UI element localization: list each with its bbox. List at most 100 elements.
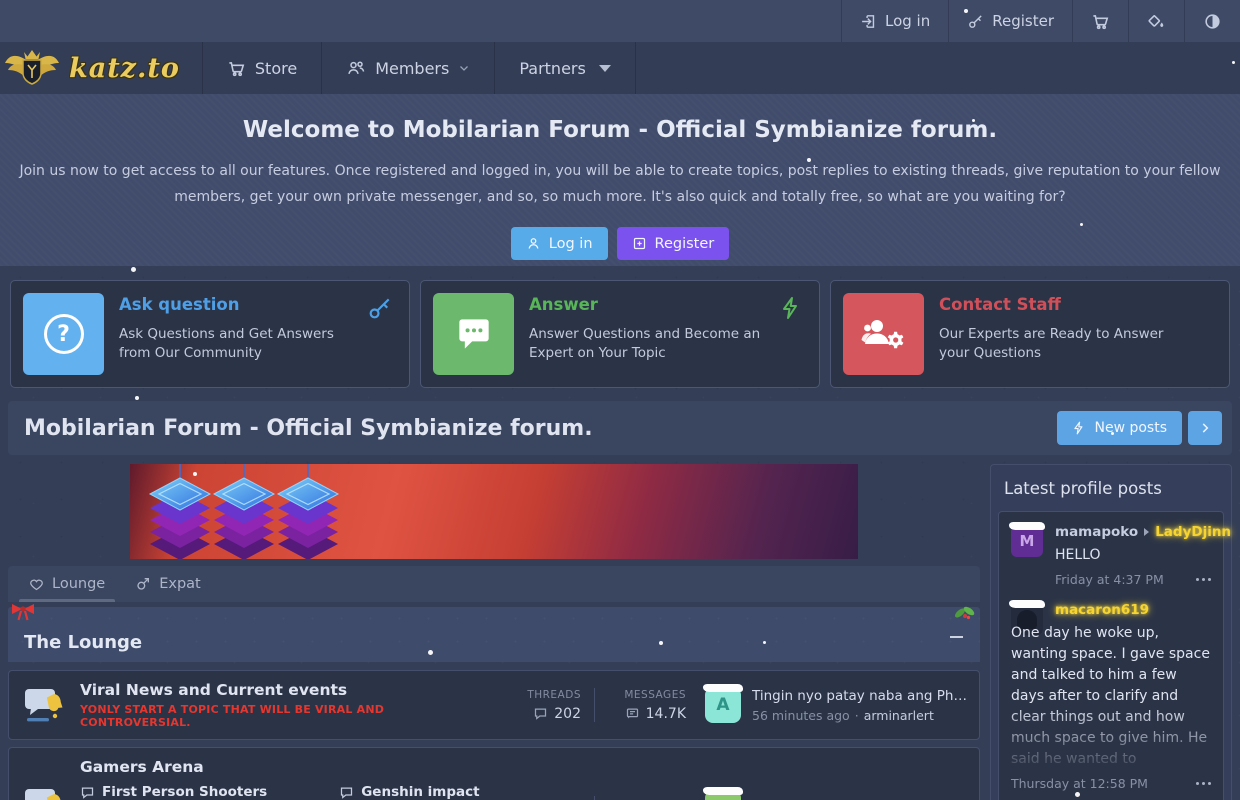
card-ask-question[interactable]: ? Ask question Ask Questions and Get Ans… — [10, 280, 410, 388]
subforum-bubble-icon — [339, 785, 354, 800]
snowcap-decoration — [703, 787, 743, 795]
forum-column: Lounge Expat The Lounge — [8, 464, 980, 800]
post-menu-ellipsis-icon[interactable] — [1196, 574, 1211, 585]
forum-node-gamers-arena: Gamers Arena First Person Shooters Gensh… — [8, 747, 980, 800]
node-stats: THREADS MESSAGES — [509, 796, 686, 800]
card-contact-staff[interactable]: Contact Staff Our Experts are Ready to A… — [830, 280, 1230, 388]
topbar-login-label: Log in — [885, 12, 930, 30]
forum-unread-icon — [21, 784, 67, 800]
post-menu-ellipsis-icon[interactable] — [1196, 778, 1211, 789]
node-stats: THREADS 202 MESSAGES 14.7K — [509, 688, 686, 722]
next-page-button[interactable] — [1188, 411, 1222, 445]
topbar-login-link[interactable]: Log in — [841, 0, 948, 42]
chevron-down-icon — [458, 62, 470, 74]
answer-desc: Answer Questions and Become an Expert on… — [529, 325, 807, 363]
profile-post: M mamapoko LadyDjinn HELLO Friday at 4:3… — [1011, 524, 1211, 587]
hero-register-button[interactable]: Register — [617, 227, 730, 260]
tab-expat[interactable]: Expat — [120, 566, 216, 602]
ask-question-iconbox: ? — [23, 293, 104, 375]
latest-post-meta: 56 minutes ago arminarlert — [752, 708, 967, 723]
store-cart-icon — [227, 59, 246, 78]
post-timestamp[interactable]: Friday at 4:37 PM — [1055, 572, 1164, 587]
avatar[interactable]: M — [705, 790, 741, 800]
minus-icon — [950, 636, 963, 638]
node-title[interactable]: Viral News and Current events — [80, 681, 496, 699]
post-target-user[interactable]: LadyDjinn — [1155, 524, 1231, 540]
tab-lounge-label: Lounge — [52, 576, 105, 592]
threads-stat: THREADS 202 — [509, 689, 581, 722]
answer-body: Answer Answer Questions and Become an Ex… — [529, 293, 807, 375]
logo-emblem-icon — [4, 45, 60, 91]
snowcap-decoration — [703, 684, 743, 692]
post-footer: Thursday at 12:58 PM — [1011, 776, 1211, 791]
enter-icon — [860, 13, 877, 30]
key-icon — [367, 295, 393, 321]
hero-login-button[interactable]: Log in — [511, 227, 608, 260]
message-square-icon — [625, 706, 640, 721]
post-author[interactable]: mamapoko — [1055, 524, 1138, 540]
contact-staff-title: Contact Staff — [939, 295, 1217, 314]
avatar[interactable]: A — [705, 687, 741, 723]
threads-value-row: 202 — [509, 706, 581, 722]
caret-down-icon — [599, 65, 611, 72]
profile-post: macaron619 One day he woke up, wanting s… — [1011, 602, 1211, 791]
site-logo[interactable]: katz.to — [0, 42, 203, 94]
latest-post-info: Tingin nyo patay naba ang Philip… 56 min… — [752, 688, 967, 723]
subforum-first-person-shooters[interactable]: First Person Shooters — [80, 784, 267, 800]
hero-login-label: Log in — [549, 236, 593, 252]
ask-question-title: Ask question — [119, 295, 397, 314]
messages-count: 14.7K — [646, 706, 686, 722]
category-header-the-lounge: The Lounge — [8, 607, 980, 662]
post-footer: Friday at 4:37 PM — [1055, 572, 1211, 587]
subforum-label: First Person Shooters — [102, 784, 267, 800]
topbar-cart-button[interactable] — [1072, 0, 1128, 42]
nav-item-members[interactable]: Members — [322, 42, 495, 94]
node-latest-post: M What rank are you guys? — [705, 790, 967, 800]
avatar-letter: M — [1020, 532, 1035, 550]
threads-count: 202 — [554, 706, 581, 722]
post-author[interactable]: macaron619 — [1055, 602, 1149, 618]
contact-staff-body: Contact Staff Our Experts are Ready to A… — [939, 293, 1217, 375]
category-title: The Lounge — [24, 632, 142, 653]
forum-node-list: Viral News and Current events YONLY STAR… — [8, 662, 980, 800]
node-title[interactable]: Gamers Arena — [80, 758, 496, 776]
subforum-list: First Person Shooters Genshin impact — [80, 784, 496, 800]
subforum-genshin-impact[interactable]: Genshin impact — [339, 784, 479, 800]
plus-square-icon — [632, 236, 647, 251]
avatar-letter: A — [716, 695, 729, 715]
welcome-banner: Welcome to Mobilarian Forum - Official S… — [0, 94, 1240, 266]
post-timestamp[interactable]: Thursday at 12:58 PM — [1011, 776, 1148, 791]
topbar-register-link[interactable]: Register — [948, 0, 1072, 42]
paint-drip-icon — [1147, 12, 1166, 31]
nav-item-partners[interactable]: Partners — [495, 42, 635, 94]
messages-value-row: 14.7K — [608, 706, 686, 722]
topbar-style-chooser-button[interactable] — [1128, 0, 1184, 42]
answer-iconbox — [433, 293, 514, 375]
new-posts-label: New posts — [1094, 420, 1167, 436]
tab-lounge[interactable]: Lounge — [14, 566, 120, 602]
latest-user[interactable]: arminarlert — [864, 708, 934, 723]
forum-title: Mobilarian Forum - Official Symbianize f… — [24, 416, 593, 441]
latest-time[interactable]: 56 minutes ago — [752, 708, 850, 723]
feature-cards-row: ? Ask question Ask Questions and Get Ans… — [0, 266, 1240, 401]
bolt-icon — [1072, 420, 1086, 436]
topbar-dark-mode-toggle[interactable] — [1184, 0, 1240, 42]
messages-stat: MESSAGES 14.7K — [608, 689, 686, 722]
red-bow-icon — [10, 601, 36, 627]
nav-store-label: Store — [255, 59, 297, 78]
new-posts-button[interactable]: New posts — [1057, 411, 1182, 445]
card-answer[interactable]: Answer Answer Questions and Become an Ex… — [420, 280, 820, 388]
node-subtitle-warning: YONLY START A TOPIC THAT WILL BE VIRAL A… — [80, 703, 496, 729]
key-icon — [967, 13, 984, 30]
forum-unread-icon — [21, 684, 67, 726]
answer-title: Answer — [529, 295, 807, 314]
ad-banner-image[interactable] — [130, 464, 858, 559]
nav-partners-label: Partners — [519, 59, 585, 78]
ask-question-desc: Ask Questions and Get Answers from Our C… — [119, 325, 397, 363]
avatar[interactable]: M — [1011, 525, 1043, 557]
sidebar-title: Latest profile posts — [998, 472, 1224, 511]
nav-item-store[interactable]: Store — [203, 42, 322, 94]
latest-thread-title[interactable]: Tingin nyo patay naba ang Philip… — [752, 688, 967, 704]
gender-icon — [135, 576, 151, 592]
collapse-category-button[interactable] — [950, 629, 966, 645]
